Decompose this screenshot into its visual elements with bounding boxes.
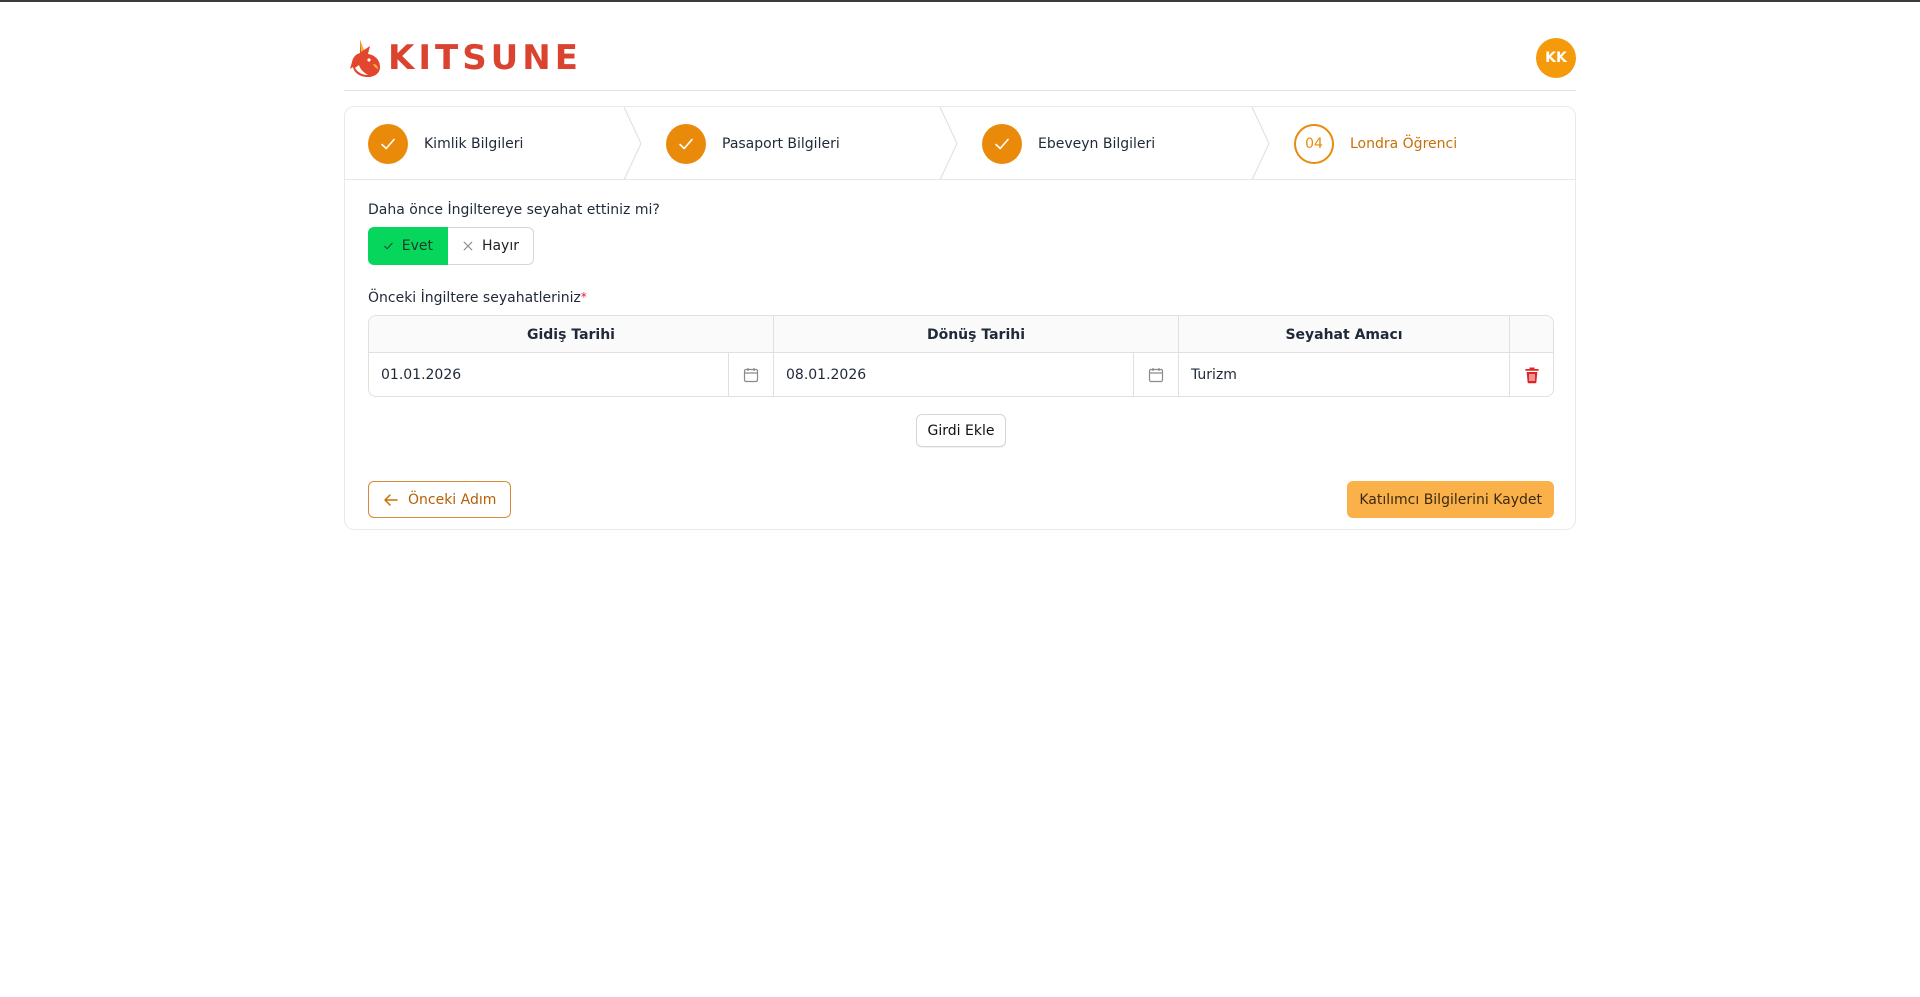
arrow-left-icon	[384, 493, 398, 506]
step-separator-chevron-icon	[939, 107, 958, 180]
previous-trips-label: Önceki İngiltere seyahatleriniz*	[368, 290, 587, 306]
step-number: 04	[1294, 123, 1334, 164]
add-entry-wrapper: Girdi Ekle	[368, 414, 1554, 447]
step-londra-ogrenci[interactable]: 04 Londra Öğrenci	[1294, 107, 1457, 180]
save-participant-button[interactable]: Katılımcı Bilgilerini Kaydet	[1347, 481, 1554, 518]
stepper: Kimlik Bilgileri Pasaport Bilgileri Ebev…	[345, 107, 1575, 180]
departure-date-cell[interactable]: 01.01.2026	[369, 353, 774, 396]
table-header: Gidiş Tarihi Dönüş Tarihi Seyahat Amacı	[369, 316, 1553, 353]
step-completed-check-icon	[368, 123, 408, 164]
brand-name: KITSUNE	[388, 38, 582, 78]
travel-question: Daha önce İngiltereye seyahat ettiniz mi…	[368, 202, 660, 218]
column-header-actions	[1510, 316, 1553, 353]
close-icon	[463, 241, 473, 251]
no-label: Hayır	[481, 238, 519, 254]
calendar-icon[interactable]	[728, 353, 773, 396]
step-ebeveyn-bilgileri[interactable]: Ebeveyn Bilgileri	[982, 107, 1155, 180]
user-avatar[interactable]: KK	[1536, 38, 1576, 78]
column-header-purpose: Seyahat Amacı	[1179, 316, 1510, 353]
step-label: Pasaport Bilgileri	[722, 135, 840, 152]
return-date-cell[interactable]: 08.01.2026	[774, 353, 1179, 396]
step-label: Ebeveyn Bilgileri	[1038, 135, 1156, 152]
window-top-border	[0, 0, 1920, 2]
kitsune-logo[interactable]: KITSUNE	[348, 35, 582, 81]
form-footer: Önceki Adım Katılımcı Bilgilerini Kaydet	[368, 481, 1554, 518]
return-date-value: 08.01.2026	[786, 367, 867, 383]
travel-purpose-cell[interactable]: Turizm	[1179, 353, 1510, 396]
trash-icon	[1525, 367, 1538, 384]
step-kimlik-bilgileri[interactable]: Kimlik Bilgileri	[368, 107, 523, 180]
departure-date-value: 01.01.2026	[381, 367, 462, 383]
check-icon	[384, 242, 393, 250]
no-option[interactable]: Hayır	[448, 227, 534, 265]
table-row: 01.01.2026 08.01.2026 Turizm	[369, 353, 1553, 396]
calendar-icon[interactable]	[1133, 353, 1178, 396]
required-asterisk: *	[580, 290, 587, 304]
travel-yes-no-toggle: Evet Hayır	[368, 227, 534, 265]
add-entry-button[interactable]: Girdi Ekle	[915, 414, 1007, 447]
yes-label: Evet	[401, 238, 433, 254]
step-separator-chevron-icon	[1251, 107, 1270, 180]
form-content: Daha önce İngiltereye seyahat ettiniz mi…	[368, 202, 1554, 447]
yes-option[interactable]: Evet	[368, 227, 448, 265]
column-header-return: Dönüş Tarihi	[774, 316, 1179, 353]
column-header-departure: Gidiş Tarihi	[369, 316, 774, 353]
previous-trips-label-text: Önceki İngiltere seyahatleriniz	[368, 290, 581, 306]
step-completed-check-icon	[982, 123, 1022, 164]
previous-step-label: Önceki Adım	[408, 491, 497, 508]
delete-row-button[interactable]	[1510, 353, 1553, 396]
step-completed-check-icon	[666, 123, 706, 164]
step-label: Kimlik Bilgileri	[424, 135, 524, 152]
app-header: KITSUNE KK	[344, 30, 1576, 91]
step-separator-chevron-icon	[623, 107, 642, 180]
step-pasaport-bilgileri[interactable]: Pasaport Bilgileri	[666, 107, 840, 180]
step-label: Londra Öğrenci	[1350, 135, 1458, 152]
previous-step-button[interactable]: Önceki Adım	[368, 481, 512, 518]
fox-logo-icon	[350, 40, 380, 77]
previous-trips-table: Gidiş Tarihi Dönüş Tarihi Seyahat Amacı …	[368, 315, 1554, 397]
application-card: Kimlik Bilgileri Pasaport Bilgileri Ebev…	[344, 106, 1576, 530]
